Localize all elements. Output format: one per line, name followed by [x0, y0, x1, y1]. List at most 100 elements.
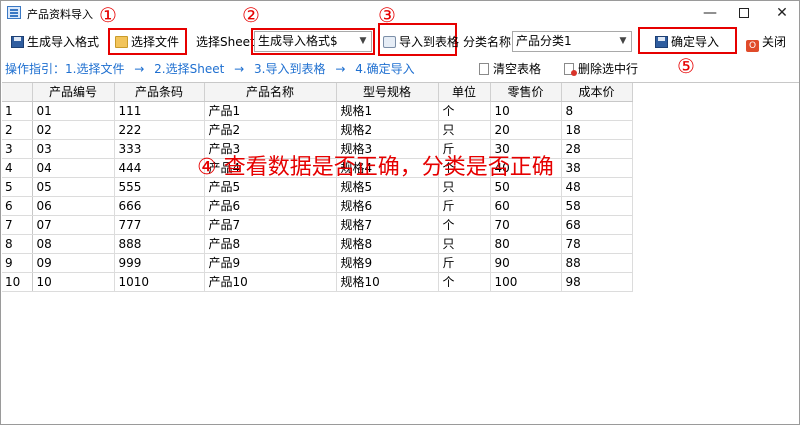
sheet-select[interactable]: 生成导入格式$ ▼ [254, 31, 372, 52]
table-cell[interactable]: 58 [561, 196, 633, 216]
table-cell[interactable]: 20 [490, 120, 562, 140]
table-cell[interactable]: 产品1 [204, 101, 337, 121]
table-cell[interactable]: 111 [114, 101, 205, 121]
column-header[interactable]: 零售价 [490, 83, 562, 102]
row-number[interactable]: 9 [2, 253, 33, 273]
table-cell[interactable]: 06 [32, 196, 115, 216]
table-cell[interactable]: 80 [490, 234, 562, 254]
generate-template-button[interactable]: 生成导入格式 [11, 31, 99, 53]
row-number[interactable]: 6 [2, 196, 33, 216]
table-cell[interactable]: 222 [114, 120, 205, 140]
table-cell[interactable]: 03 [32, 139, 115, 159]
row-number[interactable]: 5 [2, 177, 33, 197]
table-row[interactable]: 7 07 777 产品7 规格7 个 70 68 [2, 215, 633, 235]
clear-table-button[interactable]: 清空表格 [479, 60, 541, 78]
table-cell[interactable]: 个 [438, 272, 491, 292]
table-cell[interactable]: 产品6 [204, 196, 337, 216]
table-cell[interactable]: 05 [32, 177, 115, 197]
table-cell[interactable]: 09 [32, 253, 115, 273]
table-cell[interactable]: 只 [438, 120, 491, 140]
column-header[interactable]: 产品编号 [32, 83, 115, 102]
table-cell[interactable]: 10 [32, 272, 115, 292]
table-cell[interactable]: 规格1 [336, 101, 439, 121]
column-header[interactable]: 产品条码 [114, 83, 205, 102]
table-cell[interactable]: 07 [32, 215, 115, 235]
table-row[interactable]: 10 10 1010 产品10 规格10 个 100 98 [2, 272, 633, 292]
delete-selected-row-button[interactable]: 删除选中行 [564, 60, 638, 78]
table-cell[interactable]: 38 [561, 158, 633, 178]
column-header[interactable]: 产品名称 [204, 83, 337, 102]
choose-file-button[interactable]: 选择文件 [115, 31, 179, 53]
row-number[interactable]: 10 [2, 272, 33, 292]
table-cell[interactable]: 88 [561, 253, 633, 273]
row-number[interactable]: 1 [2, 101, 33, 121]
column-header[interactable]: 单位 [438, 83, 491, 102]
category-select-value: 产品分类1 [516, 34, 572, 48]
category-label: 分类名称 [463, 35, 512, 49]
table-cell[interactable]: 规格8 [336, 234, 439, 254]
table-cell[interactable]: 18 [561, 120, 633, 140]
table-cell[interactable]: 个 [438, 101, 491, 121]
close-button[interactable]: O 关闭 [746, 31, 786, 53]
confirm-import-button[interactable]: 确定导入 [655, 31, 719, 53]
table-cell[interactable]: 666 [114, 196, 205, 216]
maximize-button[interactable] [727, 1, 761, 25]
table-row[interactable]: 6 06 666 产品6 规格6 斤 60 58 [2, 196, 633, 216]
table-cell[interactable]: 规格6 [336, 196, 439, 216]
table-cell[interactable]: 999 [114, 253, 205, 273]
data-grid[interactable]: 产品编号 产品条码 产品名称 型号规格 单位 零售价 成本价 1 01 111 产品1… [2, 82, 799, 424]
guide-step-2: 2.选择Sheet [154, 62, 225, 76]
table-cell[interactable]: 个 [438, 215, 491, 235]
table-cell[interactable]: 70 [490, 215, 562, 235]
row-number[interactable]: 2 [2, 120, 33, 140]
table-cell[interactable]: 777 [114, 215, 205, 235]
table-cell[interactable]: 28 [561, 139, 633, 159]
table-cell[interactable]: 68 [561, 215, 633, 235]
guide-arrow: → [134, 62, 145, 76]
table-cell[interactable]: 60 [490, 196, 562, 216]
table-cell[interactable]: 产品8 [204, 234, 337, 254]
table-cell[interactable]: 规格2 [336, 120, 439, 140]
table-cell[interactable]: 规格7 [336, 215, 439, 235]
table-cell[interactable]: 100 [490, 272, 562, 292]
table-cell[interactable]: 1010 [114, 272, 205, 292]
table-row[interactable]: 8 08 888 产品8 规格8 只 80 78 [2, 234, 633, 254]
column-header[interactable]: 型号规格 [336, 83, 439, 102]
table-row[interactable]: 1 01 111 产品1 规格1 个 10 8 [2, 101, 633, 121]
table-row[interactable]: 9 09 999 产品9 规格9 斤 90 88 [2, 253, 633, 273]
row-number[interactable]: 4 [2, 158, 33, 178]
table-cell[interactable]: 04 [32, 158, 115, 178]
row-number[interactable]: 7 [2, 215, 33, 235]
row-number[interactable]: 3 [2, 139, 33, 159]
table-cell[interactable]: 只 [438, 234, 491, 254]
table-cell[interactable]: 888 [114, 234, 205, 254]
row-number[interactable]: 8 [2, 234, 33, 254]
column-header[interactable]: 成本价 [561, 83, 633, 102]
save-icon [11, 36, 24, 48]
table-cell[interactable]: 02 [32, 120, 115, 140]
table-cell[interactable]: 90 [490, 253, 562, 273]
table-cell[interactable]: 48 [561, 177, 633, 197]
table-cell[interactable]: 规格10 [336, 272, 439, 292]
table-cell[interactable]: 规格9 [336, 253, 439, 273]
table-cell[interactable]: 78 [561, 234, 633, 254]
table-cell[interactable]: 444 [114, 158, 205, 178]
close-window-button[interactable]: ✕ [765, 1, 799, 25]
table-cell[interactable]: 01 [32, 101, 115, 121]
table-cell[interactable]: 产品2 [204, 120, 337, 140]
category-select[interactable]: 产品分类1 ▼ [512, 31, 632, 52]
minimize-button[interactable]: — [693, 1, 727, 25]
table-cell[interactable]: 8 [561, 101, 633, 121]
table-cell[interactable]: 产品7 [204, 215, 337, 235]
table-cell[interactable]: 斤 [438, 196, 491, 216]
table-cell[interactable]: 555 [114, 177, 205, 197]
table-cell[interactable]: 斤 [438, 253, 491, 273]
import-to-table-button[interactable]: 导入到表格 [383, 31, 459, 53]
table-cell[interactable]: 10 [490, 101, 562, 121]
table-cell[interactable]: 98 [561, 272, 633, 292]
table-cell[interactable]: 产品9 [204, 253, 337, 273]
table-cell[interactable]: 08 [32, 234, 115, 254]
table-cell[interactable]: 333 [114, 139, 205, 159]
table-row[interactable]: 2 02 222 产品2 规格2 只 20 18 [2, 120, 633, 140]
table-cell[interactable]: 产品10 [204, 272, 337, 292]
